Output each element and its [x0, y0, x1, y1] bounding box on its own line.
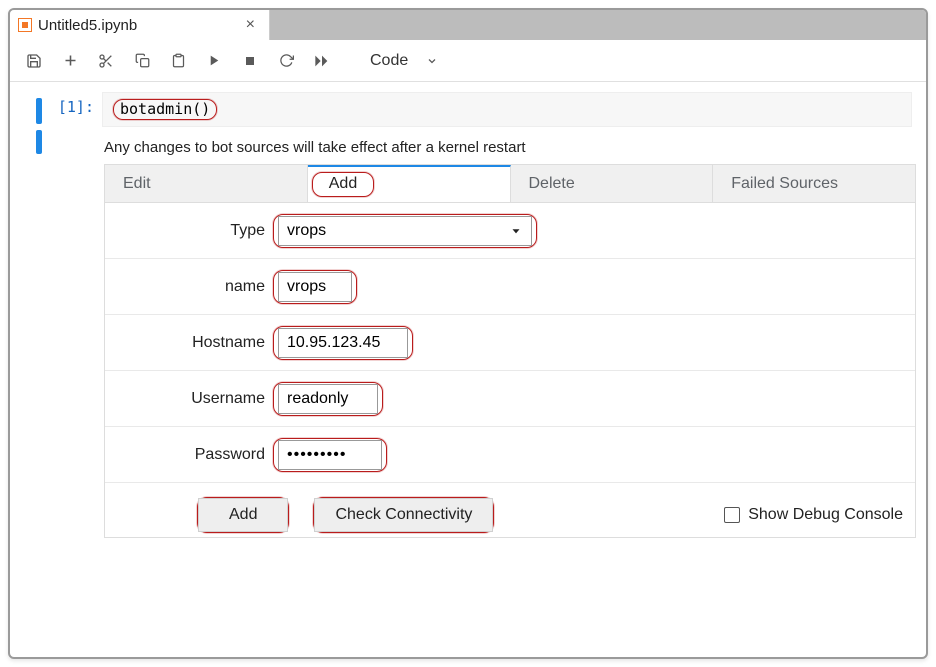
highlight-password	[273, 438, 387, 472]
row-password: Password	[105, 427, 915, 483]
row-hostname: Hostname	[105, 315, 915, 371]
password-label: Password	[105, 446, 271, 464]
info-note: Any changes to bot sources will take eff…	[104, 139, 916, 156]
run-button[interactable]	[198, 46, 230, 76]
tab-delete[interactable]: Delete	[511, 165, 714, 202]
type-select[interactable]: vrops	[278, 216, 532, 246]
name-label: name	[105, 278, 271, 296]
check-button-label: Check Connectivity	[335, 506, 472, 523]
cell-output-bar	[36, 130, 42, 154]
code-cell[interactable]: [1]: botadmin()	[46, 92, 916, 127]
highlight-tab-add: Add	[312, 172, 374, 197]
notebook-toolbar: Code	[10, 40, 926, 82]
interrupt-button[interactable]	[234, 46, 266, 76]
botadmin-panel: Edit Add Delete Failed Sources Type vr	[104, 164, 916, 538]
tab-title: Untitled5.ipynb	[38, 17, 236, 34]
cell-type-label: Code	[370, 52, 408, 70]
row-username: Username	[105, 371, 915, 427]
tab-failed-label: Failed Sources	[731, 175, 838, 193]
cut-button[interactable]	[90, 46, 122, 76]
type-label: Type	[105, 222, 271, 240]
insert-cell-button[interactable]	[54, 46, 86, 76]
add-button[interactable]: Add	[198, 498, 288, 532]
hostname-label: Hostname	[105, 334, 271, 352]
notebook-icon	[18, 18, 32, 32]
cell-gutter	[10, 92, 46, 538]
paste-button[interactable]	[162, 46, 194, 76]
highlight-username	[273, 382, 383, 416]
tab-add[interactable]: Add	[308, 165, 511, 202]
tab-failed-sources[interactable]: Failed Sources	[713, 165, 915, 202]
password-input[interactable]	[278, 440, 382, 470]
cell-main: [1]: botadmin() Any changes to bot sourc…	[46, 92, 926, 538]
code-text: botadmin()	[120, 100, 210, 118]
close-icon[interactable]: ×	[242, 16, 259, 34]
cell-active-bar	[36, 98, 42, 124]
copy-button[interactable]	[126, 46, 158, 76]
row-type: Type vrops	[105, 203, 915, 259]
type-value: vrops	[287, 222, 326, 240]
cell-type-selector[interactable]: Code	[352, 46, 456, 76]
document-tab[interactable]: Untitled5.ipynb ×	[10, 10, 270, 40]
save-button[interactable]	[18, 46, 50, 76]
show-debug-label: Show Debug Console	[748, 506, 903, 524]
tab-delete-label: Delete	[529, 175, 575, 193]
username-input[interactable]	[278, 384, 378, 414]
execution-prompt: [1]:	[46, 92, 94, 116]
jupyter-window: Untitled5.ipynb ×	[8, 8, 928, 659]
name-input[interactable]	[278, 272, 352, 302]
row-name: name	[105, 259, 915, 315]
highlight-code: botadmin()	[113, 99, 217, 120]
code-input[interactable]: botadmin()	[102, 92, 912, 127]
restart-button[interactable]	[270, 46, 302, 76]
show-debug-checkbox[interactable]: Show Debug Console	[724, 506, 903, 524]
username-label: Username	[105, 390, 271, 408]
checkbox-box	[724, 507, 740, 523]
chevron-down-icon	[509, 224, 523, 238]
notebook-content: [1]: botadmin() Any changes to bot sourc…	[10, 82, 926, 538]
cell-output: Any changes to bot sources will take eff…	[46, 127, 916, 538]
chevron-down-icon	[426, 55, 438, 67]
highlight-type: vrops	[273, 214, 537, 248]
hostname-input[interactable]	[278, 328, 408, 358]
restart-run-all-button[interactable]	[306, 46, 338, 76]
tab-edit-label: Edit	[123, 175, 151, 193]
highlight-check-btn: Check Connectivity	[313, 497, 494, 533]
action-row: Add Check Connectivity Show Debug Consol…	[105, 483, 915, 537]
highlight-hostname	[273, 326, 413, 360]
highlight-add-btn: Add	[197, 497, 289, 533]
add-button-label: Add	[229, 506, 257, 523]
document-tabbar: Untitled5.ipynb ×	[10, 10, 926, 40]
tab-add-label: Add	[329, 175, 357, 192]
check-connectivity-button[interactable]: Check Connectivity	[314, 498, 493, 532]
panel-tabs: Edit Add Delete Failed Sources	[105, 165, 915, 203]
tab-edit[interactable]: Edit	[105, 165, 308, 202]
highlight-name	[273, 270, 357, 304]
